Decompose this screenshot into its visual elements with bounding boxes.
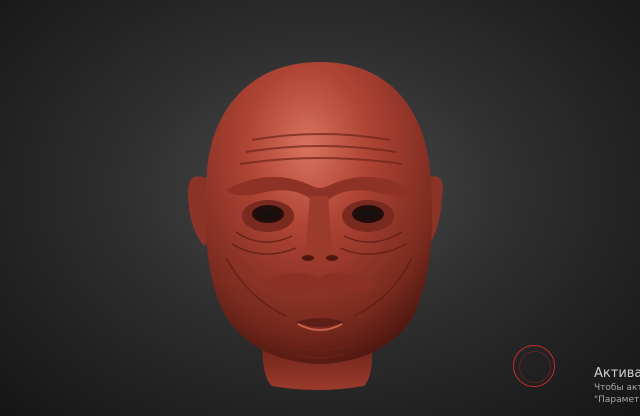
left-eye [252, 205, 284, 223]
brush-cursor-icon [513, 345, 555, 387]
activation-line-1: Чтобы акт [594, 383, 640, 393]
activation-watermark: Активац Чтобы акт "Парамет [594, 366, 640, 406]
activation-title: Активац [594, 366, 640, 381]
activation-line-2: "Парамет [594, 395, 640, 405]
brush-cursor-inner-ring [519, 351, 551, 383]
right-eye [352, 205, 384, 223]
